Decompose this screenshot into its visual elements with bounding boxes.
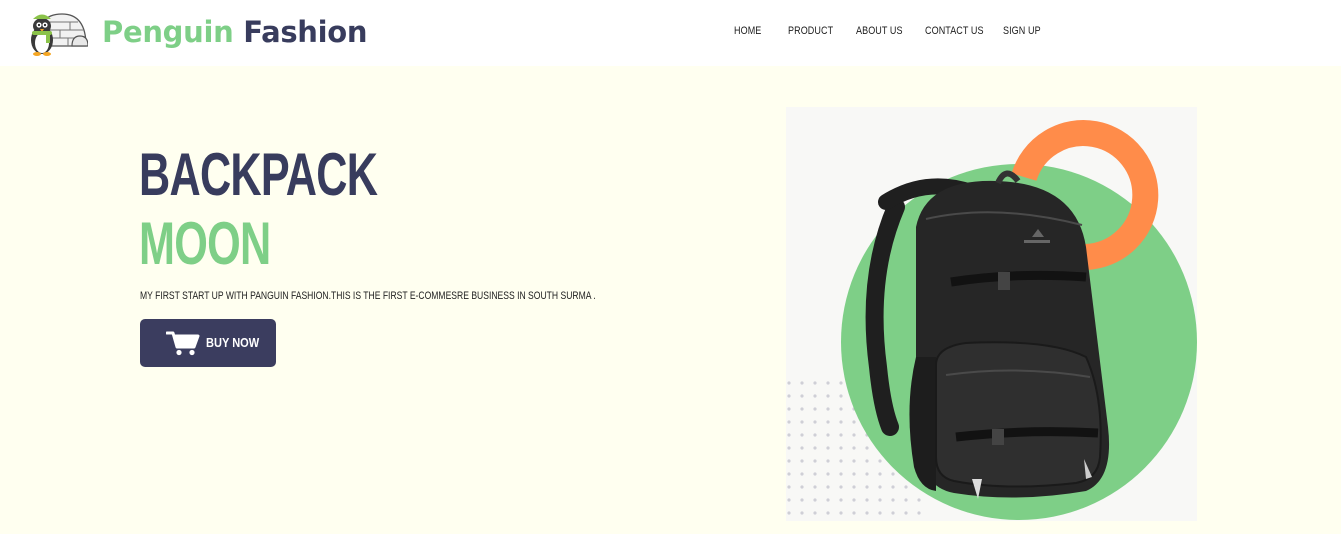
brand-name[interactable]: Penguin Fashion bbox=[102, 15, 368, 49]
shopping-cart-icon bbox=[166, 331, 200, 356]
hero-title-line1: BACKPACK bbox=[139, 141, 378, 208]
buy-now-label: BUY NOW bbox=[206, 335, 260, 350]
nav-contact-us[interactable]: CONTACT US bbox=[925, 25, 984, 37]
penguin-igloo-icon[interactable] bbox=[22, 8, 88, 58]
site-header: Penguin Fashion HOME PRODUCT ABOUT US CO… bbox=[0, 0, 1341, 66]
nav-about-us[interactable]: ABOUT US bbox=[856, 25, 903, 37]
nav-product[interactable]: PRODUCT bbox=[788, 25, 833, 37]
backpack-illustration bbox=[786, 120, 1197, 520]
hero-description: MY FIRST START UP WITH PANGUIN FASHION.T… bbox=[140, 290, 596, 302]
product-image bbox=[786, 107, 1197, 521]
buy-now-button[interactable]: BUY NOW bbox=[140, 319, 276, 367]
brand-name-word2: Fashion bbox=[243, 15, 368, 49]
brand-name-word1: Penguin bbox=[102, 15, 234, 49]
hero-title-line2: MOON bbox=[139, 210, 271, 277]
nav-sign-up[interactable]: SIGN UP bbox=[1003, 25, 1041, 37]
nav-home[interactable]: HOME bbox=[734, 25, 761, 37]
